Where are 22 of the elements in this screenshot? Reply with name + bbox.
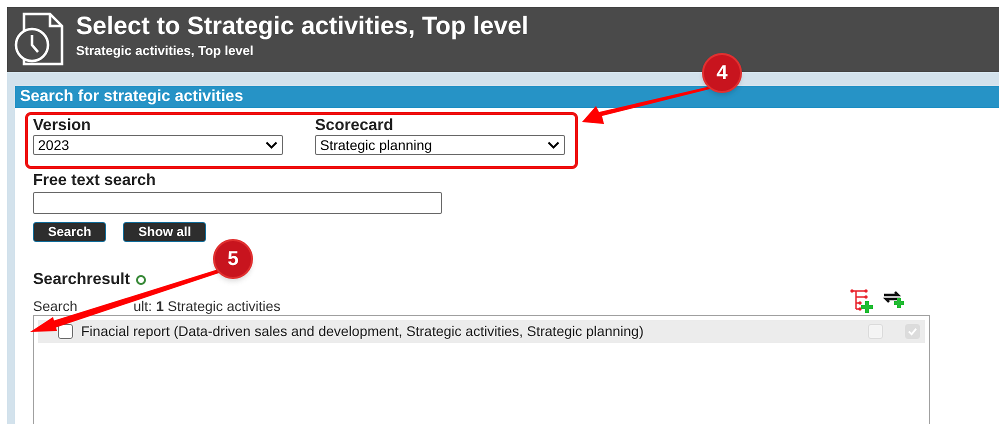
check-icon [907,326,918,337]
chevron-down-icon [265,141,278,149]
page-title: Select to Strategic activities, Top level [76,11,528,41]
field-label: Version [33,116,91,135]
dropdown[interactable]: 2023 [33,135,283,155]
result-row[interactable]: Finacial report (Data-driven sales and development, Strategic activities, Strategic planning) [38,320,925,343]
field-label: Free text search [33,171,156,190]
row-label: Finacial report (Data-driven sales and development, Strategic activities, Strategic planning) [81,322,645,341]
add-tree-icon[interactable] [850,289,874,313]
field-label: Scorecard [315,116,394,135]
result-count: ult: 1 Strategic activities [133,298,280,315]
chevron-down-icon [547,141,560,149]
show-all-button[interactable]: Show all [123,222,206,242]
search-field[interactable] [33,192,442,214]
section-title: Searchresult [33,270,130,289]
page-subtitle: Strategic activities, Top level [76,42,254,60]
panel-header: Search for strategic activities [15,86,999,108]
add-link-icon[interactable] [882,289,906,309]
result-count: Search [33,298,78,315]
search-button[interactable]: Search [33,222,106,242]
checkbox[interactable] [58,324,73,339]
dropdown[interactable]: Strategic planning [315,135,565,155]
